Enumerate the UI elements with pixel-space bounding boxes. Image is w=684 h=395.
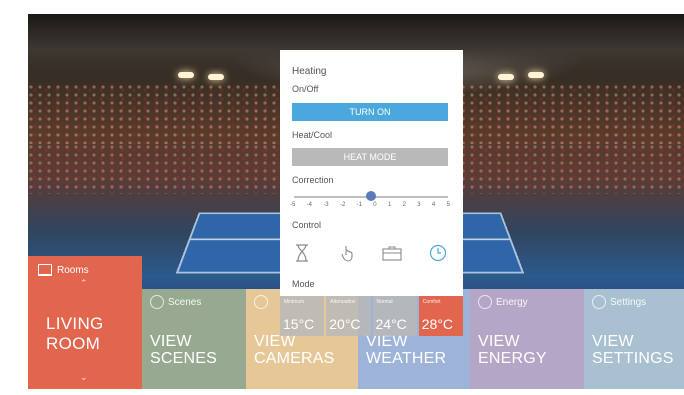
mode-name: Comfort <box>422 299 441 305</box>
view-scenes-line2: SCENES <box>150 350 217 367</box>
energy-tile[interactable]: Energy VIEW ENERGY <box>470 289 584 389</box>
chevron-down-icon[interactable]: ⌄ <box>80 372 88 383</box>
mode-option-minimum[interactable]: Minimum 15°C <box>280 296 325 336</box>
settings-tile[interactable]: Settings VIEW SETTINGS <box>584 289 684 389</box>
clock-icon[interactable] <box>428 242 448 264</box>
energy-icon <box>478 295 492 309</box>
correction-slider-handle[interactable] <box>366 191 376 201</box>
sofa-icon <box>38 264 52 276</box>
mode-name: Attenuation <box>330 299 356 305</box>
mode-label: Mode <box>292 279 315 289</box>
heating-panel: Heating On/Off TURN ON Heat/Cool HEAT MO… <box>280 50 463 296</box>
turn-on-button[interactable]: TURN ON <box>292 103 448 121</box>
heatcool-label: Heat/Cool <box>292 130 333 140</box>
mode-option-normal[interactable]: Normal 24°C <box>372 296 417 336</box>
correction-scale: -5 -4 -3 -2 -1 0 1 2 3 4 5 <box>290 202 450 208</box>
correction-label: Correction <box>292 175 334 185</box>
scenes-label: Scenes <box>168 296 202 308</box>
view-energy-line2: ENERGY <box>478 350 547 367</box>
correction-tick-label: 2 <box>402 202 406 208</box>
correction-tick-label: -5 <box>290 202 296 208</box>
view-energy-line1: VIEW <box>478 333 520 350</box>
scenes-tile[interactable]: Scenes VIEW SCENES <box>142 289 246 389</box>
view-cameras-line2: CAMERAS <box>254 350 335 367</box>
view-scenes-line1: VIEW <box>150 333 192 350</box>
room-name-line1: LIVING <box>46 314 104 333</box>
chevron-up-icon[interactable]: ⌃ <box>80 278 88 289</box>
mode-temperature: 20°C <box>329 316 361 332</box>
mode-name: Normal <box>376 299 393 305</box>
hourglass-icon[interactable] <box>292 242 312 264</box>
stadium-light <box>178 72 194 78</box>
rooms-label: Rooms <box>57 264 89 276</box>
energy-label: Energy <box>496 296 528 308</box>
rooms-tile[interactable]: Rooms ⌃ LIVING ROOM ⌄ <box>28 256 142 389</box>
gear-icon <box>592 295 606 309</box>
settings-label: Settings <box>610 296 647 308</box>
heat-mode-button[interactable]: HEAT MODE <box>292 148 448 166</box>
correction-tick-label: -4 <box>306 202 312 208</box>
stadium-light <box>528 72 544 78</box>
room-name-line2: ROOM <box>46 334 101 353</box>
view-settings-line1: VIEW <box>592 333 634 350</box>
control-label: Control <box>292 220 322 230</box>
stadium-light <box>498 74 514 80</box>
mode-option-attenuation[interactable]: Attenuation 20°C <box>326 296 371 336</box>
view-settings-line2: SETTINGS <box>592 350 674 367</box>
correction-tick-label: 3 <box>417 202 421 208</box>
camera-icon <box>254 295 268 309</box>
onoff-label: On/Off <box>292 84 319 94</box>
correction-tick-label: -2 <box>339 202 346 208</box>
correction-tick-label: 1 <box>387 202 392 208</box>
correction-tick-label: -3 <box>323 202 329 208</box>
stadium-light <box>208 74 224 80</box>
mode-option-comfort[interactable]: Comfort 28°C <box>418 296 463 336</box>
mode-temperature: 15°C <box>283 316 315 332</box>
mode-temperature: 28°C <box>421 316 454 332</box>
view-weather-line2: WEATHER <box>366 350 447 367</box>
scenes-icon <box>150 295 164 309</box>
suitcase-icon[interactable] <box>382 242 402 264</box>
panel-title: Heating <box>292 66 327 77</box>
correction-tick-label: 5 <box>446 202 450 208</box>
mode-temperature: 24°C <box>375 316 407 332</box>
correction-tick-label: 4 <box>431 202 436 208</box>
hand-touch-icon[interactable] <box>338 242 358 264</box>
mode-selector: Minimum 15°C Attenuation 20°C Normal 24°C Comf… <box>280 296 463 336</box>
correction-tick-label: -1 <box>356 202 362 208</box>
correction-tick-label: 0 <box>373 202 377 208</box>
mode-name: Minimum <box>284 299 305 305</box>
